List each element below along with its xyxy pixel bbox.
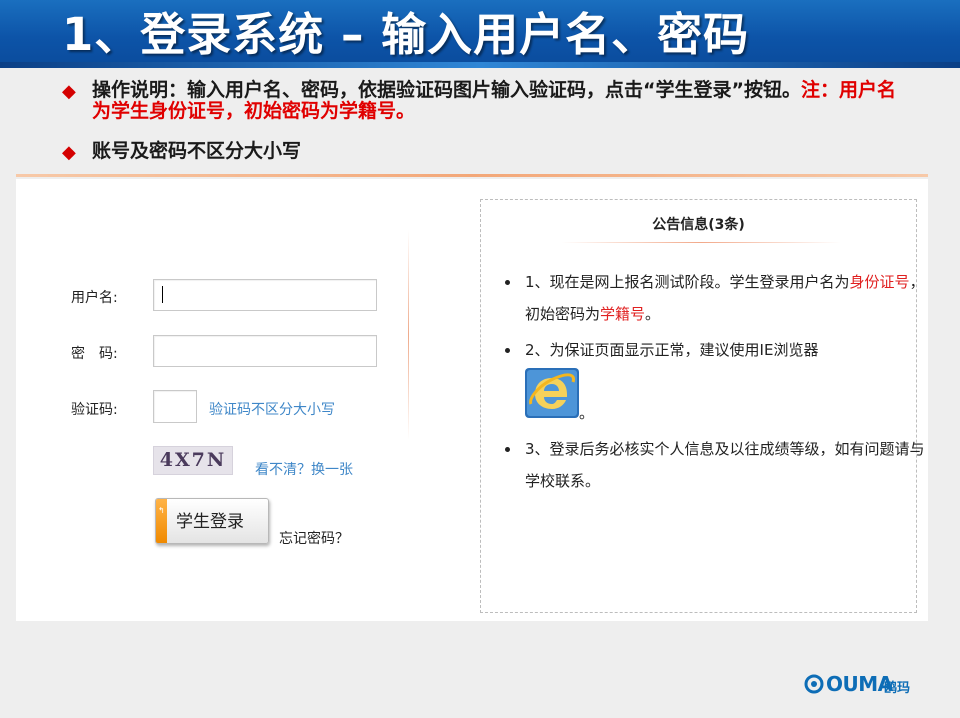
ie-browser-icon xyxy=(525,368,579,429)
note-row: ◆ 账号及密码不区分大小写 xyxy=(62,140,902,164)
vertical-divider xyxy=(408,230,409,440)
list-item: 3、登录后务必核实个人信息及以往成绩等级，如有问题请与学校联系。 xyxy=(521,433,931,497)
title-band xyxy=(0,62,960,68)
username-label: 用户名: xyxy=(71,290,118,306)
notice-title: 公告信息(3条) xyxy=(652,217,745,233)
list-item: 1、现在是网上报名测试阶段。学生登录用户名为身份证号，初始密码为学籍号。 xyxy=(521,266,931,330)
note-text: 操作说明：输入用户名、密码，依据验证码图片输入验证码，点击“学生登录”按钮。 xyxy=(92,79,801,101)
captcha-input[interactable] xyxy=(153,390,197,423)
note-text: 账号及密码不区分大小写 xyxy=(92,140,302,162)
notice-text: 3、登录后务必核实个人信息及以往成绩等级，如有问题请与学校联系。 xyxy=(525,440,925,490)
notice-red-text: 学籍号 xyxy=(600,305,646,323)
note-row: ◆ 操作说明：输入用户名、密码，依据验证码图片输入验证码，点击“学生登录”按钮。… xyxy=(62,80,902,122)
password-label: 密 码: xyxy=(71,346,118,362)
text-caret xyxy=(162,286,163,303)
notice-text: 2、为保证页面显示正常，建议使用IE浏览器 xyxy=(525,341,819,359)
student-login-button[interactable]: ↰ 学生登录 xyxy=(155,498,269,544)
slide-title: 1、登录系统 – 输入用户名、密码 xyxy=(62,8,750,61)
instruction-notes: ◆ 操作说明：输入用户名、密码，依据验证码图片输入验证码，点击“学生登录”按钮。… xyxy=(62,80,902,164)
list-item: 2、为保证页面显示正常，建议使用IE浏览器。 xyxy=(521,334,931,429)
notice-text: 。 xyxy=(579,404,595,422)
brand-icon xyxy=(804,674,824,694)
notice-separator xyxy=(561,242,841,243)
password-input[interactable] xyxy=(153,335,377,367)
diamond-bullet-icon: ◆ xyxy=(62,142,76,163)
brand-cn: 鸥玛 xyxy=(884,681,911,696)
notice-panel: 公告信息(3条) 1、现在是网上报名测试阶段。学生登录用户名为身份证号，初始密码… xyxy=(480,199,925,613)
login-button-label: 学生登录 xyxy=(176,512,244,532)
brand-name: OUMA xyxy=(826,672,893,696)
notice-text: 。 xyxy=(645,305,661,323)
diamond-bullet-icon: ◆ xyxy=(62,81,76,102)
arrow-icon: ↰ xyxy=(158,506,165,515)
title-bar: 1、登录系统 – 输入用户名、密码 xyxy=(0,0,960,68)
notice-text: 1、现在是网上报名测试阶段。学生登录用户名为 xyxy=(525,273,850,291)
username-input[interactable] xyxy=(153,279,377,311)
captcha-hint: 验证码不区分大小写 xyxy=(209,402,335,418)
notice-red-text: 身份证号 xyxy=(849,273,910,291)
notice-list: 1、现在是网上报名测试阶段。学生登录用户名为身份证号，初始密码为学籍号。 2、为… xyxy=(503,266,931,497)
divider xyxy=(16,174,928,177)
refresh-captcha-link[interactable]: 看不清？换一张 xyxy=(255,459,353,479)
captcha-image[interactable]: 4X7N xyxy=(153,446,233,475)
button-stripe: ↰ xyxy=(156,499,167,543)
forgot-password-link[interactable]: 忘记密码？ xyxy=(279,528,349,548)
captcha-label: 验证码: xyxy=(71,402,118,418)
